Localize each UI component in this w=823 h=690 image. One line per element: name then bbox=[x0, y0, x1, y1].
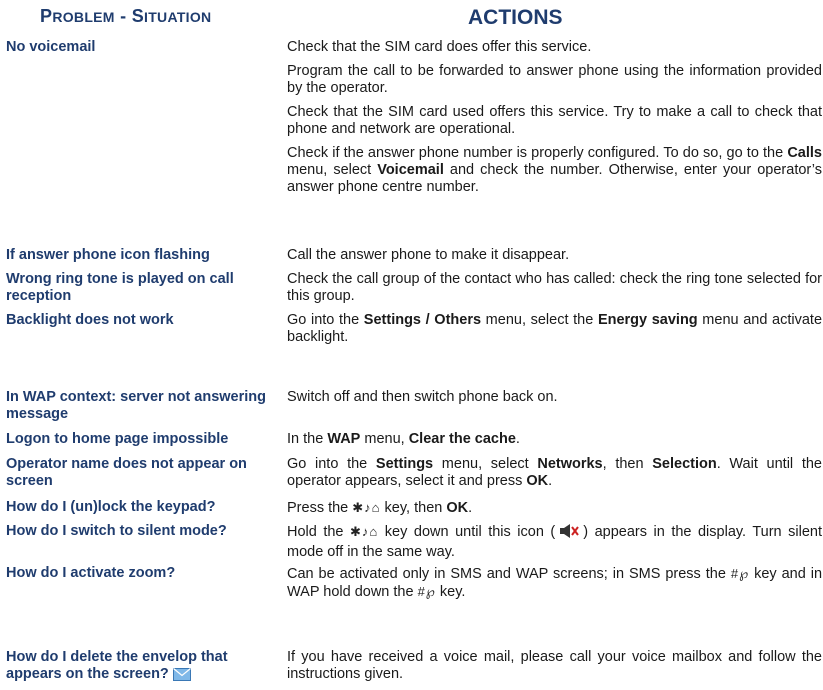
problem-cell: How do I (un)lock the keypad? bbox=[6, 499, 216, 515]
action-cell: If you have received a voice mail, pleas… bbox=[287, 649, 822, 682]
action-cell: Go into the Settings menu, select Networ… bbox=[287, 456, 822, 489]
actions-heading: ACTIONS bbox=[468, 6, 563, 29]
problem-cell: Operator name does not appear on screen bbox=[6, 456, 247, 489]
action-text: Check if the answer phone number is prop… bbox=[287, 145, 822, 195]
problem-cell: How do I switch to silent mode? bbox=[6, 523, 227, 539]
silent-mode-icon bbox=[559, 523, 580, 544]
star-key-icon: ✱♪⌂ bbox=[352, 500, 381, 515]
problem-cell: Wrong ring tone is played on call recept… bbox=[6, 271, 234, 304]
problem-cell: How do I activate zoom? bbox=[6, 565, 176, 581]
action-cell: Can be activated only in SMS and WAP scr… bbox=[287, 566, 823, 600]
hash-key-icon: #℘ bbox=[417, 584, 436, 599]
action-cell: Check the call group of the contact who … bbox=[287, 271, 822, 304]
problem-cell: In WAP context: server not answering mes… bbox=[6, 389, 266, 422]
action-cell: Check that the SIM card does offer this … bbox=[287, 39, 822, 196]
action-text: Check that the SIM card used offers this… bbox=[287, 104, 822, 137]
problem-cell: How do I delete the envelop that appears… bbox=[6, 649, 278, 686]
action-cell: Switch off and then switch phone back on… bbox=[287, 389, 558, 405]
problem-cell: If answer phone icon flashing bbox=[6, 247, 210, 263]
problem-cell: Backlight does not work bbox=[6, 312, 174, 328]
action-cell: Go into the Settings / Others menu, sele… bbox=[287, 312, 823, 345]
problem-cell: Logon to home page impossible bbox=[6, 431, 229, 447]
star-key-icon: ✱♪⌂ bbox=[350, 524, 379, 539]
envelope-icon bbox=[172, 668, 191, 686]
problem-cell: No voicemail bbox=[6, 39, 96, 55]
action-text: Check that the SIM card does offer this … bbox=[287, 39, 592, 55]
action-cell: Call the answer phone to make it disappe… bbox=[287, 247, 570, 263]
action-cell: Hold the ✱♪⌂ key down until this icon ()… bbox=[287, 523, 822, 560]
action-text: Program the call to be forwarded to answ… bbox=[287, 63, 822, 96]
hash-key-icon: #℘ bbox=[730, 566, 750, 581]
action-cell: In the WAP menu, Clear the cache. bbox=[287, 431, 520, 447]
action-cell: Press the ✱♪⌂ key, then OK. bbox=[287, 500, 473, 516]
problem-situation-heading: PROBLEM - SITUATION bbox=[40, 6, 212, 26]
